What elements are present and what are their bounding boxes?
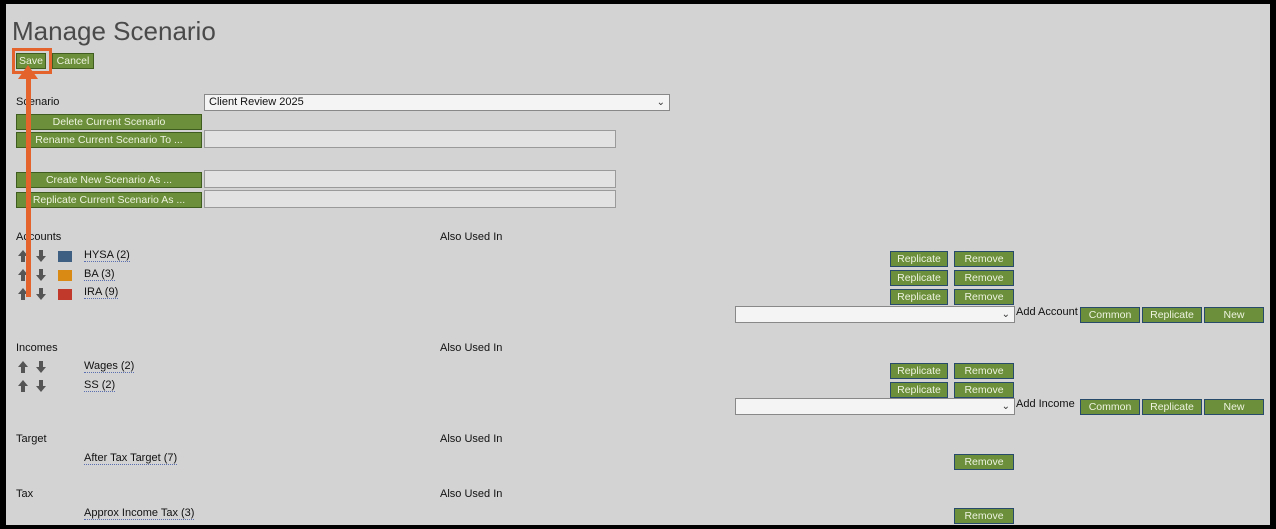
manage-scenario-panel: Manage Scenario Save Cancel Scenario Cli… [6,4,1270,525]
account-color-swatch [58,270,72,281]
tax-header: Tax [16,488,34,500]
scenario-select[interactable]: Client Review 2025 ⌄ [204,94,670,111]
target-header: Target [16,433,47,445]
account-link[interactable]: BA (3) [84,268,115,281]
chevron-down-icon: ⌄ [1001,309,1010,320]
tax-link[interactable]: Approx Income Tax (3) [84,507,195,520]
page-title: Manage Scenario [12,16,216,46]
remove-button[interactable]: Remove [954,382,1014,398]
replicate-button[interactable]: Replicate [890,270,948,286]
move-down-icon[interactable] [36,269,46,281]
add-income-select[interactable]: ⌄ [735,398,1015,415]
incomes-header: Incomes [16,342,58,354]
accounts-also-used-in: Also Used In [440,231,503,243]
remove-button[interactable]: Remove [954,454,1014,470]
replicate-button[interactable]: Replicate [890,382,948,398]
income-link[interactable]: SS (2) [84,379,116,392]
remove-button[interactable]: Remove [954,508,1014,524]
scenario-label: Scenario [16,96,60,108]
income-common-button[interactable]: Common [1080,399,1140,415]
income-new-button[interactable]: New [1204,399,1264,415]
income-replicate-button[interactable]: Replicate [1142,399,1202,415]
add-account-label: Add Account [1016,306,1078,318]
remove-button[interactable]: Remove [954,251,1014,267]
account-replicate-button[interactable]: Replicate [1142,307,1202,323]
replicate-button[interactable]: Replicate [890,251,948,267]
incomes-also-used-in: Also Used In [440,342,503,354]
rename-scenario-input[interactable] [204,130,616,148]
accounts-header: Accounts [16,231,62,243]
replicate-button[interactable]: Replicate [890,289,948,305]
replicate-button[interactable]: Replicate [890,363,948,379]
remove-button[interactable]: Remove [954,270,1014,286]
target-also-used-in: Also Used In [440,433,503,445]
income-link[interactable]: Wages (2) [84,360,135,373]
account-common-button[interactable]: Common [1080,307,1140,323]
rename-scenario-button[interactable]: Rename Current Scenario To ... [16,132,202,148]
move-down-icon[interactable] [36,361,46,373]
remove-button[interactable]: Remove [954,289,1014,305]
annotation-arrow-line [26,75,31,297]
account-link[interactable]: HYSA (2) [84,249,130,262]
remove-button[interactable]: Remove [954,363,1014,379]
account-color-swatch [58,251,72,262]
tax-also-used-in: Also Used In [440,488,503,500]
move-down-icon[interactable] [36,288,46,300]
chevron-down-icon: ⌄ [1001,401,1010,412]
create-scenario-button[interactable]: Create New Scenario As ... [16,172,202,188]
chevron-down-icon: ⌄ [656,97,665,108]
replicate-scenario-button[interactable]: Replicate Current Scenario As ... [16,192,202,208]
move-down-icon[interactable] [36,380,46,392]
scenario-select-value: Client Review 2025 [209,96,304,108]
create-scenario-input[interactable] [204,170,616,188]
account-color-swatch [58,289,72,300]
move-up-icon[interactable] [18,380,28,392]
replicate-scenario-input[interactable] [204,190,616,208]
account-link[interactable]: IRA (9) [84,286,119,299]
move-down-icon[interactable] [36,250,46,262]
cancel-button[interactable]: Cancel [52,53,94,69]
add-account-select[interactable]: ⌄ [735,306,1015,323]
account-new-button[interactable]: New [1204,307,1264,323]
move-up-icon[interactable] [18,361,28,373]
target-link[interactable]: After Tax Target (7) [84,452,178,465]
add-income-label: Add Income [1016,398,1075,410]
delete-scenario-button[interactable]: Delete Current Scenario [16,114,202,130]
